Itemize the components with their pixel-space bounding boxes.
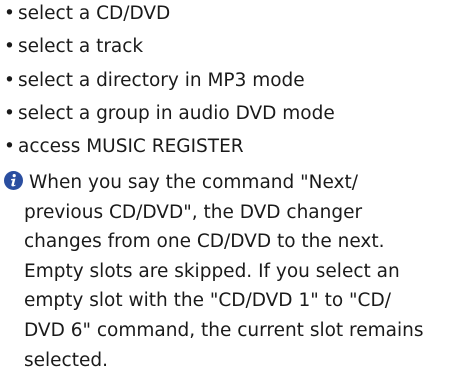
bullet: •: [4, 36, 15, 58]
bullet: •: [4, 3, 15, 24]
info-icon: [4, 171, 23, 190]
list-item-text: select a directory in MP3 mode: [18, 69, 305, 91]
list-item: • access MUSIC REGISTER: [4, 135, 454, 168]
note-text-line: Empty slots are skipped. If you select a…: [24, 260, 400, 282]
list-item-text: select a group in audio DVD mode: [18, 102, 335, 124]
note-text-line: changes from one CD/DVD to the next.: [24, 231, 385, 253]
command-list: • select a CD/DVD • select a track • select…: [4, 2, 454, 168]
bullet: •: [4, 102, 15, 124]
note-text-line: previous CD/DVD", the DVD changer: [24, 201, 363, 223]
note-text-line: selected.: [24, 349, 108, 371]
note-first-line: When you say the command "Next/: [4, 168, 452, 198]
list-item: • select a directory in MP3 mode: [4, 69, 454, 102]
note-text-line: empty slot with the "CD/DVD 1" to "CD/: [24, 290, 391, 312]
list-item: • select a track: [4, 35, 454, 68]
list-item-text: select a track: [18, 36, 144, 58]
list-item-text: select a CD/DVD: [18, 3, 171, 24]
note-text-line: When you say the command "Next/: [29, 172, 358, 193]
note-text-line: DVD 6" command, the current slot remains: [24, 319, 424, 341]
document-page: • select a CD/DVD • select a track • select…: [0, 0, 457, 389]
bullet: •: [4, 69, 15, 91]
list-item: • select a group in audio DVD mode: [4, 102, 454, 135]
list-item: • select a CD/DVD: [4, 2, 454, 35]
info-note: When you say the command "Next/ previous…: [4, 168, 452, 375]
list-item-text: access MUSIC REGISTER: [18, 136, 244, 158]
bullet: •: [4, 136, 15, 158]
